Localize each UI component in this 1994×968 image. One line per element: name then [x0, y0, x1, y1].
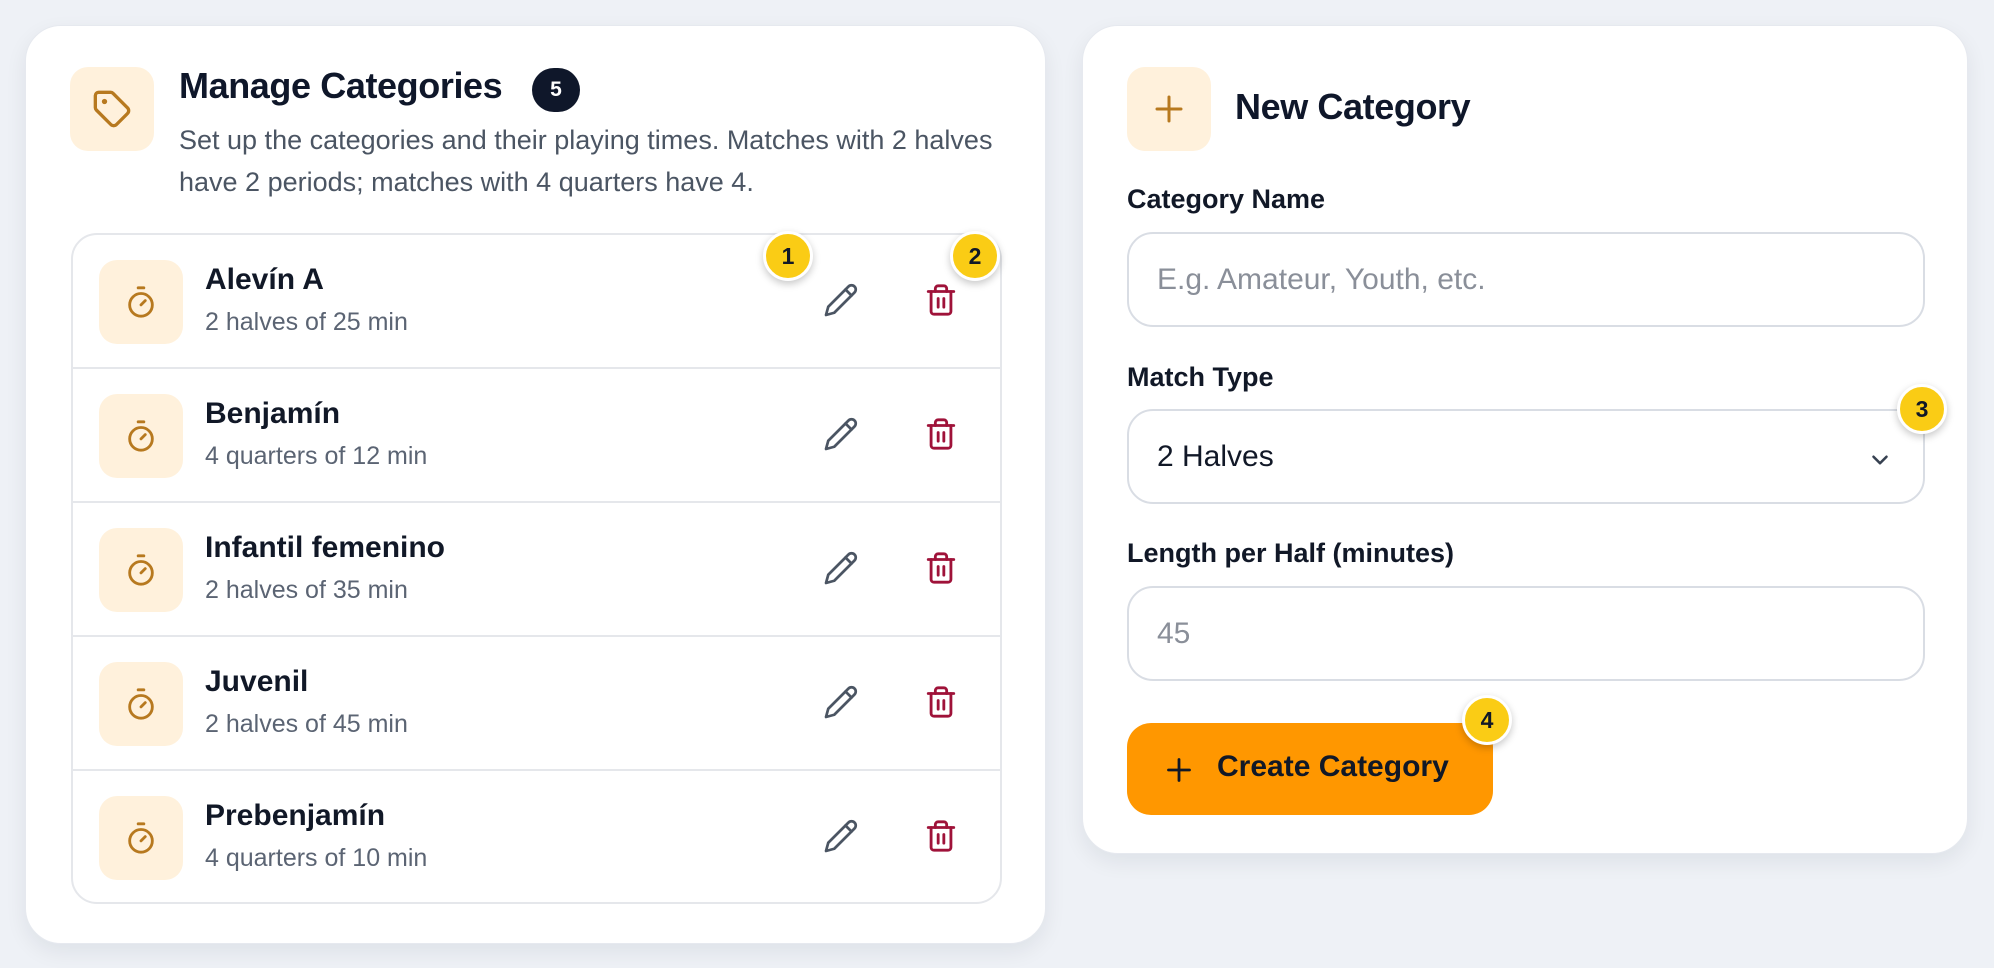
trash-icon [926, 820, 956, 852]
new-category-title: New Category [1235, 86, 1471, 127]
trash-icon [926, 552, 956, 584]
tag-icon [93, 90, 131, 128]
pencil-icon [824, 551, 858, 585]
edit-button[interactable] [811, 270, 871, 330]
category-name-label: Category Name [1127, 184, 1326, 214]
stopwatch-icon-tile [99, 260, 183, 344]
stopwatch-icon [128, 822, 154, 854]
pencil-icon [824, 685, 858, 719]
category-detail: 2 halves of 35 min [205, 576, 408, 604]
stopwatch-icon [128, 554, 154, 586]
plus-icon [1155, 95, 1183, 123]
stopwatch-icon-tile [99, 394, 183, 478]
manage-categories-card: Manage Categories 5 Set up the categorie… [25, 25, 1046, 944]
length-label: Length per Half (minutes) [1127, 538, 1455, 568]
delete-button[interactable] [911, 806, 971, 866]
category-row: Juvenil 2 halves of 45 min [73, 637, 1000, 771]
marker-3: 3 [1897, 384, 1947, 434]
delete-button[interactable] [911, 538, 971, 598]
stopwatch-icon [128, 420, 154, 452]
pencil-icon [824, 819, 858, 853]
marker-1: 1 [763, 231, 813, 281]
match-type-select[interactable]: 2 Halves [1127, 409, 1925, 504]
trash-icon [926, 686, 956, 718]
category-row: Infantil femenino 2 halves of 35 min [73, 503, 1000, 637]
delete-button[interactable] [911, 404, 971, 464]
plus-icon-tile [1127, 67, 1211, 151]
pencil-icon [824, 283, 858, 317]
length-input[interactable] [1127, 586, 1925, 681]
category-row: Prebenjamín 4 quarters of 10 min [73, 771, 1000, 902]
category-detail: 2 halves of 45 min [205, 710, 408, 738]
category-detail: 2 halves of 25 min [205, 308, 408, 336]
trash-icon [926, 418, 956, 450]
new-category-card: New Category Category Name Match Type 2 … [1082, 25, 1968, 854]
pencil-icon [824, 417, 858, 451]
category-detail: 4 quarters of 10 min [205, 844, 428, 872]
category-name: Infantil femenino [205, 531, 445, 564]
category-count-badge: 5 [532, 68, 580, 112]
category-row: Benjamín 4 quarters of 12 min [73, 369, 1000, 503]
edit-button[interactable] [811, 404, 871, 464]
tag-icon-tile [70, 67, 154, 151]
category-name-input[interactable] [1127, 232, 1925, 327]
category-row: Alevín A 2 halves of 25 min [73, 235, 1000, 369]
stopwatch-icon-tile [99, 662, 183, 746]
category-name: Prebenjamín [205, 799, 386, 832]
page-title: Manage Categories [179, 65, 503, 106]
edit-button[interactable] [811, 806, 871, 866]
create-category-button[interactable]: Create Category [1127, 723, 1493, 815]
stopwatch-icon [128, 688, 154, 720]
category-name: Alevín A [205, 263, 324, 296]
delete-button[interactable] [911, 270, 971, 330]
create-category-label: Create Category [1217, 750, 1449, 783]
stopwatch-icon-tile [99, 528, 183, 612]
match-type-value: 2 Halves [1157, 439, 1274, 473]
page-description: Set up the categories and their playing … [179, 125, 993, 197]
stopwatch-icon [128, 286, 154, 318]
stopwatch-icon-tile [99, 796, 183, 880]
marker-2: 2 [950, 231, 1000, 281]
match-type-label: Match Type [1127, 362, 1274, 392]
category-detail: 4 quarters of 12 min [205, 442, 428, 470]
category-name: Benjamín [205, 397, 341, 430]
plus-icon [1167, 758, 1191, 782]
category-name: Juvenil [205, 665, 309, 698]
trash-icon [926, 284, 956, 316]
edit-button[interactable] [811, 538, 871, 598]
edit-button[interactable] [811, 672, 871, 732]
chevron-down-icon [1872, 455, 1888, 465]
category-list: Alevín A 2 halves of 25 min Benjamín 4 quar… [71, 233, 1002, 904]
delete-button[interactable] [911, 672, 971, 732]
marker-4: 4 [1462, 695, 1512, 745]
